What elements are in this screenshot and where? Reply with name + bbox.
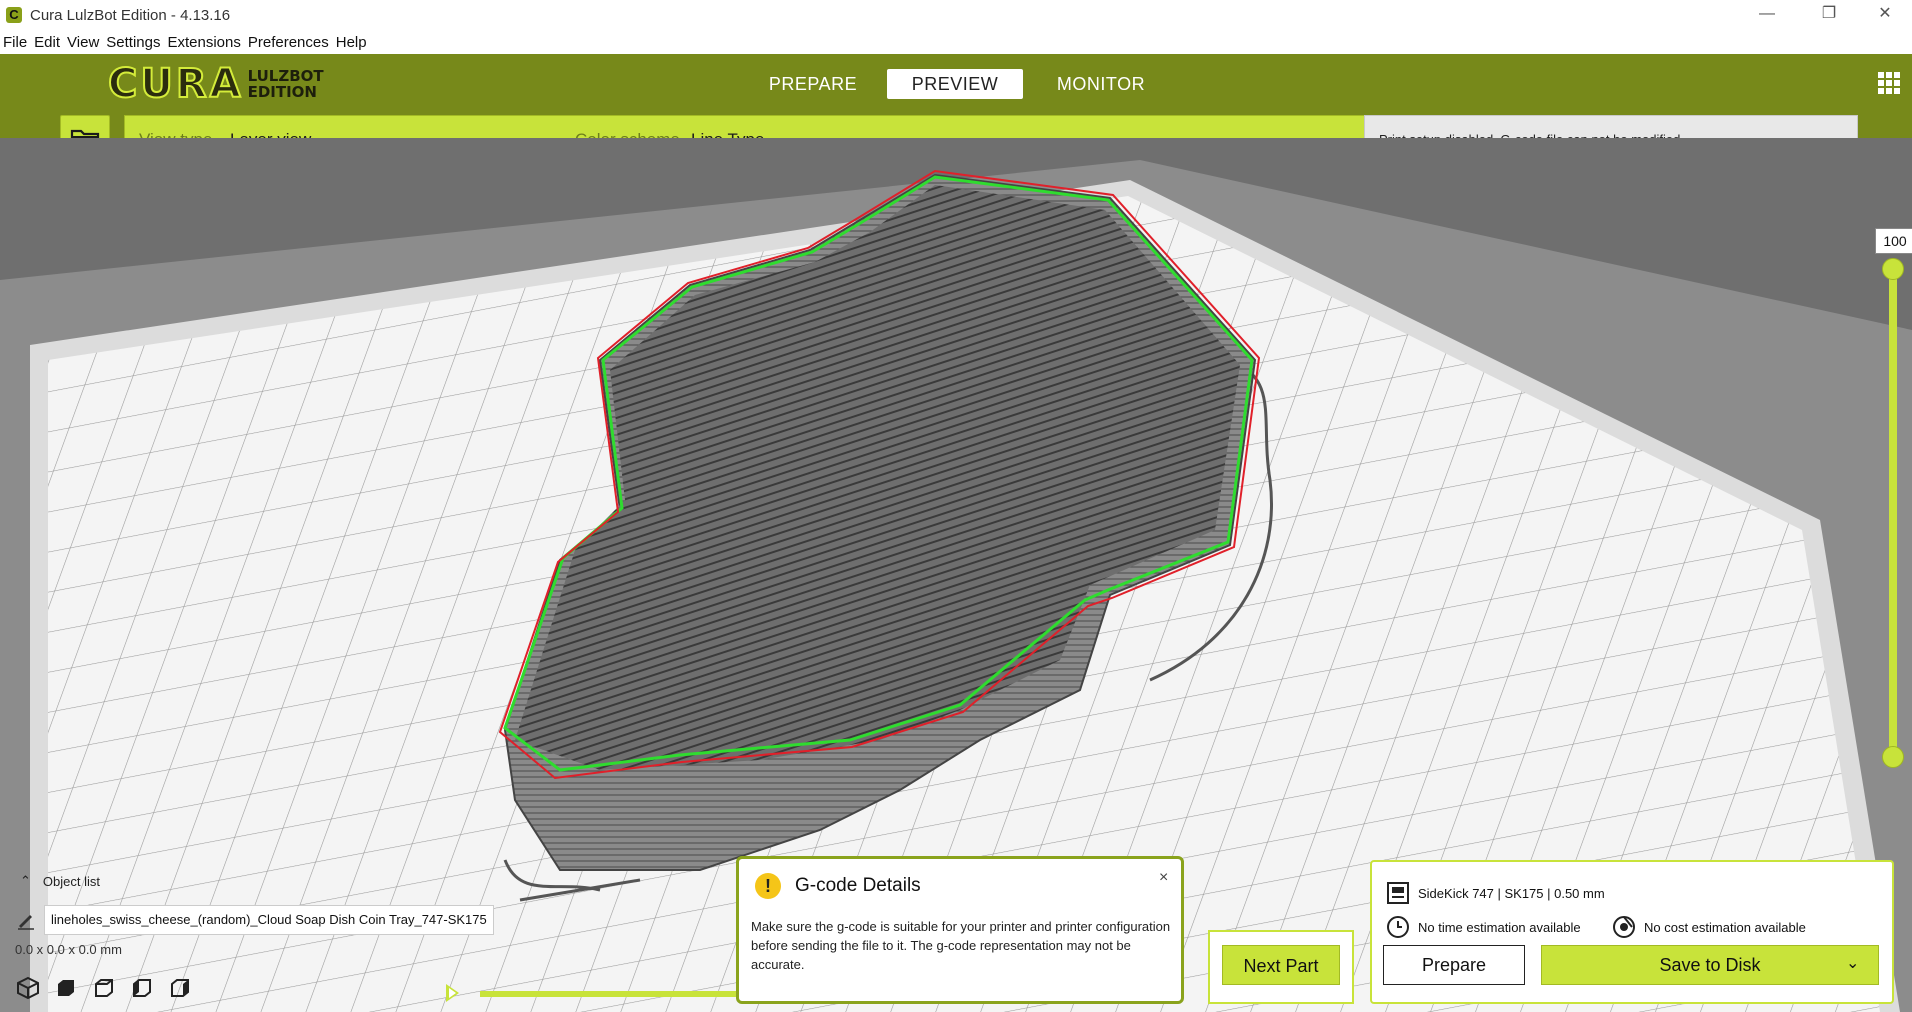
object-list-label: Object list [42,873,100,889]
object-dimensions: 0.0 x 0.0 x 0.0 mm [15,942,122,957]
prepare-button[interactable]: Prepare [1383,945,1525,985]
cost-estimate: No cost estimation available [1612,915,1806,939]
chevron-down-icon[interactable]: ⌄ [1846,953,1859,973]
right-view-icon[interactable] [168,976,192,1000]
close-window-button[interactable]: ✕ [1862,0,1908,30]
menu-help[interactable]: Help [336,34,367,51]
maximize-button[interactable]: ❐ [1806,0,1852,30]
title-bar: C Cura LulzBot Edition - 4.13.16 — ❐ ✕ [0,0,1912,30]
object-list-toggle[interactable]: ⌃ Object list [20,873,100,889]
save-to-disk-button[interactable]: Save to Disk [1541,945,1879,985]
time-estimate-text: No time estimation available [1418,919,1581,935]
close-icon[interactable]: × [1159,869,1168,887]
menu-preferences[interactable]: Preferences [248,34,329,51]
menu-file[interactable]: File [3,34,27,51]
cost-estimate-text: No cost estimation available [1644,919,1806,935]
menu-edit[interactable]: Edit [34,34,60,51]
left-view-icon[interactable] [130,976,154,1000]
3d-view-icon[interactable] [16,976,40,1000]
next-part-button[interactable]: Next Part [1222,945,1340,985]
printer-icon [1387,882,1409,904]
clock-icon [1387,916,1409,938]
menu-settings[interactable]: Settings [106,34,160,51]
layer-slider-bottom-handle[interactable] [1882,746,1904,768]
cura-app-icon: C [6,7,22,23]
gcode-details-body: Make sure the g-code is suitable for you… [751,919,1171,972]
layer-slider-track[interactable] [1889,265,1897,758]
cura-logo: CURA LULZBOT EDITION [107,61,324,107]
gcode-details-title: G-code Details [795,875,921,896]
tab-preview[interactable]: PREVIEW [887,69,1023,99]
pencil-icon[interactable] [16,910,36,930]
tab-monitor[interactable]: MONITOR [1046,69,1156,99]
object-name-field[interactable]: lineholes_swiss_cheese_(random)_Cloud So… [44,905,494,935]
path-slider-track[interactable] [480,991,736,997]
chevron-up-icon: ⌃ [20,873,31,888]
marketplace-apps-icon[interactable] [1878,72,1900,94]
menu-bar: File Edit View Settings Extensions Prefe… [0,30,1912,54]
play-icon-inner [449,988,456,998]
gcode-details-message: ! G-code Details × Make sure the g-code … [736,856,1184,1004]
view-orientation-buttons [16,976,206,1000]
layer-slider-top-handle[interactable] [1882,258,1904,280]
logo-sub-line2: EDITION [247,83,317,101]
menu-extensions[interactable]: Extensions [167,34,240,51]
time-estimate: No time estimation available [1386,915,1581,939]
minimize-button[interactable]: — [1744,0,1790,30]
logo-sub-text: LULZBOT EDITION [248,68,324,100]
layer-number-input[interactable]: 100 [1875,228,1912,254]
front-view-icon[interactable] [54,976,78,1000]
warning-icon: ! [755,873,781,899]
tab-prepare[interactable]: PREPARE [758,69,868,99]
logo-main-text: CURA [107,61,244,107]
spool-icon [1613,916,1635,938]
printer-profile: SideKick 747 | SK175 | 0.50 mm [1418,885,1605,901]
top-view-icon[interactable] [92,976,116,1000]
printer-info: SideKick 747 | SK175 | 0.50 mm [1386,881,1605,905]
window-title: Cura LulzBot Edition - 4.13.16 [30,6,231,24]
menu-view[interactable]: View [67,34,99,51]
